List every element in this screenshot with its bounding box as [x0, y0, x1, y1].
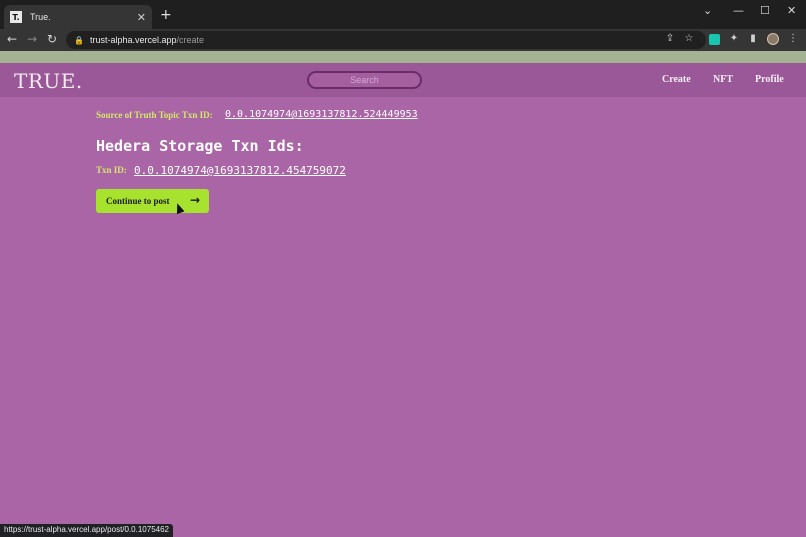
tab-title: True. [30, 12, 51, 22]
extension-icon[interactable] [709, 34, 720, 45]
search-placeholder: Search [350, 75, 379, 85]
continue-button-label: Continue to post [106, 196, 170, 206]
status-url-bar: https://trust-alpha.vercel.app/post/0.0.… [0, 524, 173, 537]
browser-tab[interactable]: T. True. ✕ [4, 5, 152, 29]
address-bar[interactable]: 🔒 trust-alpha.vercel.app /create [66, 31, 706, 49]
extensions-icon[interactable]: ✦ [727, 33, 741, 44]
arrow-right-icon: → [189, 193, 200, 207]
txn-id-label: Txn ID: [96, 165, 127, 175]
tab-favicon-icon: T. [10, 11, 22, 23]
url-host: trust-alpha.vercel.app [89, 35, 177, 45]
forward-icon[interactable]: → [24, 32, 40, 46]
site-logo[interactable]: TRUE. [14, 69, 83, 93]
side-panel-icon[interactable]: ▮ [746, 33, 760, 44]
close-icon[interactable]: ✕ [137, 11, 146, 24]
page-heading: Hedera Storage Txn Ids: [96, 137, 304, 155]
nav-create-link[interactable]: Create [662, 74, 691, 85]
bookmark-star-icon[interactable]: ☆ [682, 33, 696, 44]
nav-profile-link[interactable]: Profile [755, 74, 784, 85]
browser-toolbar: ← → ↻ 🔒 trust-alpha.vercel.app /create ⇪… [0, 29, 806, 51]
menu-kebab-icon[interactable]: ⋮ [786, 33, 800, 44]
topic-txn-id-link[interactable]: 0.0.1074974@1693137812.524449953 [225, 109, 418, 120]
new-tab-icon[interactable]: + [160, 7, 172, 23]
site-header: TRUE. Search Create NFT Profile [0, 63, 806, 97]
share-icon[interactable]: ⇪ [663, 33, 677, 44]
minimize-icon[interactable]: — [733, 4, 744, 17]
search-input[interactable]: Search [307, 71, 422, 89]
bookmark-bar-strip [0, 51, 806, 63]
nav-nft-link[interactable]: NFT [713, 74, 733, 85]
topic-txn-label: Source of Truth Topic Txn ID: [96, 110, 213, 120]
window-close-icon[interactable]: ✕ [787, 4, 796, 17]
storage-txn-id-link[interactable]: 0.0.1074974@1693137812.454759072 [134, 164, 346, 177]
browser-tabstrip: T. True. ✕ + ⌄ — ☐ ✕ [0, 0, 806, 29]
continue-to-post-button[interactable]: Continue to post → [96, 189, 209, 213]
chevron-down-icon[interactable]: ⌄ [703, 4, 712, 17]
maximize-icon[interactable]: ☐ [760, 4, 770, 17]
back-icon[interactable]: ← [4, 32, 20, 46]
lock-icon: 🔒 [74, 35, 84, 45]
profile-avatar[interactable] [767, 33, 779, 45]
reload-icon[interactable]: ↻ [44, 32, 60, 46]
url-path: /create [176, 35, 205, 45]
